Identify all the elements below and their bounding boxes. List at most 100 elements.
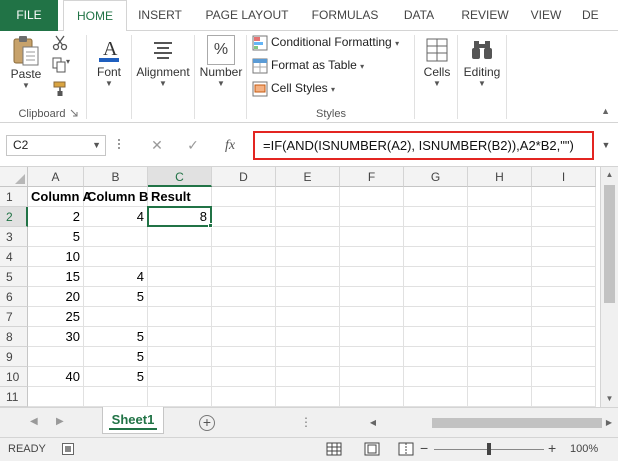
scroll-right-icon[interactable]: ▶ [602, 414, 616, 432]
cell-a11[interactable] [28, 387, 84, 407]
more-options-icon[interactable]: ⋮ [300, 415, 312, 429]
column-header-e[interactable]: E [276, 167, 340, 187]
cell-b4[interactable] [84, 247, 148, 267]
cell-f11[interactable] [340, 387, 404, 407]
cell-g1[interactable] [404, 187, 468, 207]
vertical-scrollbar[interactable]: ▲ ▼ [600, 167, 618, 407]
cell-d11[interactable] [212, 387, 276, 407]
cell-f6[interactable] [340, 287, 404, 307]
add-sheet-icon[interactable]: + [199, 415, 215, 431]
cell-g4[interactable] [404, 247, 468, 267]
editing-button[interactable]: Editing ▼ [460, 35, 504, 89]
paste-button[interactable]: Paste ▼ [6, 35, 46, 91]
cell-f7[interactable] [340, 307, 404, 327]
cell-b11[interactable] [84, 387, 148, 407]
insert-function-icon[interactable]: fx [219, 135, 241, 156]
cell-c5[interactable] [148, 267, 212, 287]
cell-a1[interactable]: Column A [28, 187, 92, 207]
cell-b10[interactable]: 5 [84, 367, 148, 387]
cell-g10[interactable] [404, 367, 468, 387]
cell-b6[interactable]: 5 [84, 287, 148, 307]
cell-c4[interactable] [148, 247, 212, 267]
cell-a4[interactable]: 10 [28, 247, 84, 267]
cell-b1[interactable]: Column B [84, 187, 148, 207]
column-header-h[interactable]: H [468, 167, 532, 187]
cell-h9[interactable] [468, 347, 532, 367]
cell-d9[interactable] [212, 347, 276, 367]
cell-c2[interactable]: 8 [147, 206, 212, 227]
cell-h8[interactable] [468, 327, 532, 347]
column-header-g[interactable]: G [404, 167, 468, 187]
cut-button[interactable] [52, 35, 68, 54]
tab-developer[interactable]: DE [582, 0, 618, 31]
cell-i5[interactable] [532, 267, 596, 287]
cell-i6[interactable] [532, 287, 596, 307]
cell-c3[interactable] [148, 227, 212, 247]
prev-sheet-icon[interactable]: ◀ [30, 416, 38, 427]
cell-c1[interactable]: Result [148, 187, 212, 207]
cell-f5[interactable] [340, 267, 404, 287]
scroll-left-icon[interactable]: ◀ [366, 414, 380, 432]
tab-view[interactable]: VIEW [524, 0, 568, 31]
cell-b7[interactable] [84, 307, 148, 327]
cell-i8[interactable] [532, 327, 596, 347]
cell-b5[interactable]: 4 [84, 267, 148, 287]
cell-d6[interactable] [212, 287, 276, 307]
cell-e5[interactable] [276, 267, 340, 287]
cell-h7[interactable] [468, 307, 532, 327]
scroll-up-icon[interactable]: ▲ [601, 167, 618, 183]
cell-g7[interactable] [404, 307, 468, 327]
cell-d5[interactable] [212, 267, 276, 287]
cell-f3[interactable] [340, 227, 404, 247]
row-header-3[interactable]: 3 [0, 227, 28, 247]
alignment-button[interactable]: Alignment ▼ [134, 35, 192, 89]
cell-d4[interactable] [212, 247, 276, 267]
cell-e8[interactable] [276, 327, 340, 347]
cell-styles-button[interactable]: Cell Styles ▾ [252, 81, 335, 97]
column-header-i[interactable]: I [532, 167, 596, 187]
cell-a6[interactable]: 20 [28, 287, 84, 307]
page-layout-view-icon[interactable] [364, 441, 380, 457]
cell-f2[interactable] [340, 207, 404, 227]
row-header-10[interactable]: 10 [0, 367, 28, 387]
cell-d7[interactable] [212, 307, 276, 327]
fill-handle[interactable] [208, 223, 213, 228]
column-header-a[interactable]: A [28, 167, 84, 187]
row-header-9[interactable]: 9 [0, 347, 28, 367]
zoom-in-button[interactable]: + [548, 440, 556, 456]
cell-i9[interactable] [532, 347, 596, 367]
cell-e9[interactable] [276, 347, 340, 367]
tab-insert[interactable]: INSERT [131, 0, 189, 31]
row-header-4[interactable]: 4 [0, 247, 28, 267]
font-button[interactable]: A Font ▼ [90, 35, 128, 89]
cell-c10[interactable] [148, 367, 212, 387]
cell-e10[interactable] [276, 367, 340, 387]
cell-b9[interactable]: 5 [84, 347, 148, 367]
cell-d10[interactable] [212, 367, 276, 387]
horizontal-scrollbar[interactable]: ◀ ▶ [366, 414, 616, 432]
cell-h10[interactable] [468, 367, 532, 387]
cell-g3[interactable] [404, 227, 468, 247]
cell-h11[interactable] [468, 387, 532, 407]
cell-f8[interactable] [340, 327, 404, 347]
cell-c11[interactable] [148, 387, 212, 407]
cell-h2[interactable] [468, 207, 532, 227]
cell-d3[interactable] [212, 227, 276, 247]
row-header-1[interactable]: 1 [0, 187, 28, 207]
cell-f9[interactable] [340, 347, 404, 367]
macro-recording-icon[interactable] [62, 443, 74, 455]
cell-e3[interactable] [276, 227, 340, 247]
row-header-2[interactable]: 2 [0, 207, 28, 227]
tab-home[interactable]: HOME [63, 0, 127, 32]
cell-h6[interactable] [468, 287, 532, 307]
cell-b3[interactable] [84, 227, 148, 247]
cell-b8[interactable]: 5 [84, 327, 148, 347]
cell-f1[interactable] [340, 187, 404, 207]
cell-e6[interactable] [276, 287, 340, 307]
cell-e4[interactable] [276, 247, 340, 267]
enter-icon[interactable]: ✓ [182, 135, 204, 156]
cell-h4[interactable] [468, 247, 532, 267]
cell-i10[interactable] [532, 367, 596, 387]
next-sheet-icon[interactable]: ▶ [56, 416, 64, 427]
tab-formulas[interactable]: FORMULAS [305, 0, 385, 31]
